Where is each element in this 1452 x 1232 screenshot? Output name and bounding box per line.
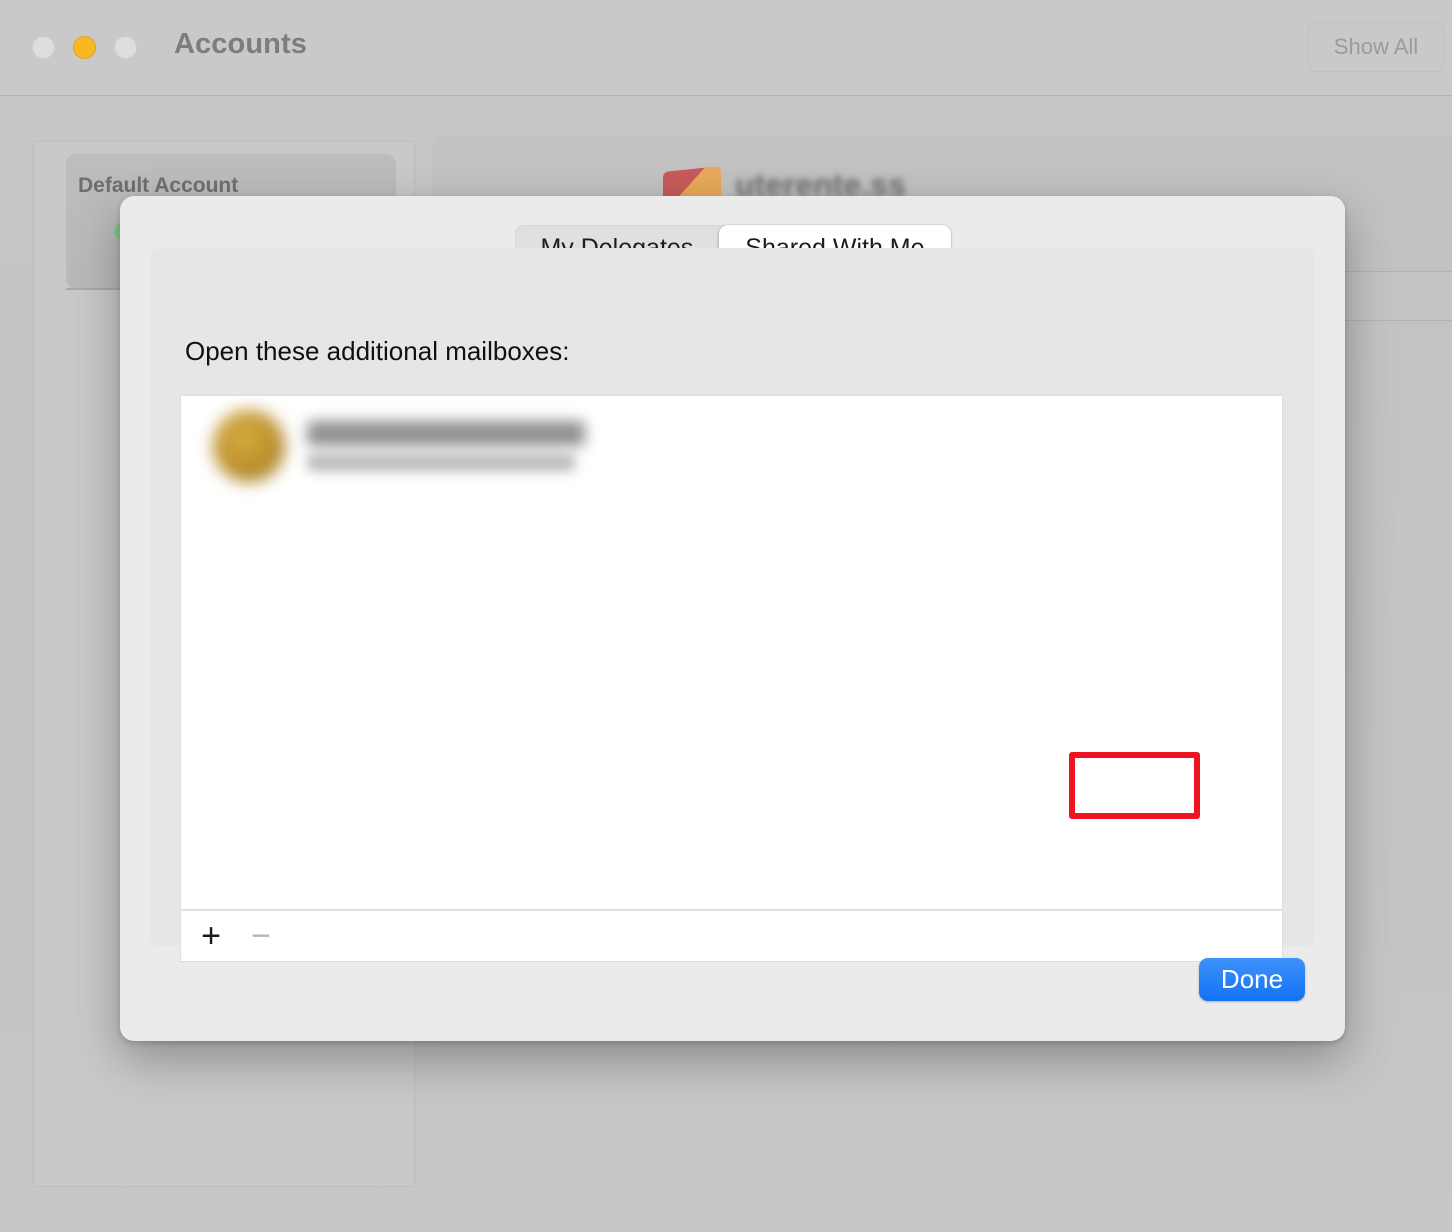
account-group-header: Default Account — [78, 174, 239, 197]
remove-mailbox-button: − — [251, 917, 271, 955]
zoom-button[interactable] — [114, 36, 137, 59]
mailboxes-label: Open these additional mailboxes: — [185, 336, 570, 366]
avatar — [213, 410, 285, 482]
delegates-dialog: My Delegates Shared With Me Open these a… — [120, 196, 1345, 1041]
list-item-texts — [307, 421, 585, 471]
minimize-button[interactable] — [73, 36, 96, 59]
add-mailbox-button[interactable]: + — [186, 910, 236, 962]
shared-with-me-panel: Open these additional mailboxes: + − — [150, 248, 1315, 962]
mailbox-list[interactable] — [180, 395, 1283, 910]
close-button[interactable] — [32, 36, 55, 59]
list-item-subtitle — [307, 454, 575, 471]
window-titlebar: Accounts Show All — [0, 0, 1452, 96]
show-all-button[interactable]: Show All — [1308, 22, 1444, 72]
screen: Accounts Show All Default Account a a ut… — [0, 0, 1452, 1232]
done-button[interactable]: Done — [1199, 958, 1305, 1001]
mailbox-list-toolbar: + − — [180, 910, 1283, 962]
list-item[interactable] — [181, 396, 1282, 496]
window-title: Accounts — [174, 28, 307, 60]
done-button-wrap: Done — [1199, 958, 1305, 1001]
traffic-lights — [32, 36, 137, 59]
list-item-name — [307, 421, 585, 446]
